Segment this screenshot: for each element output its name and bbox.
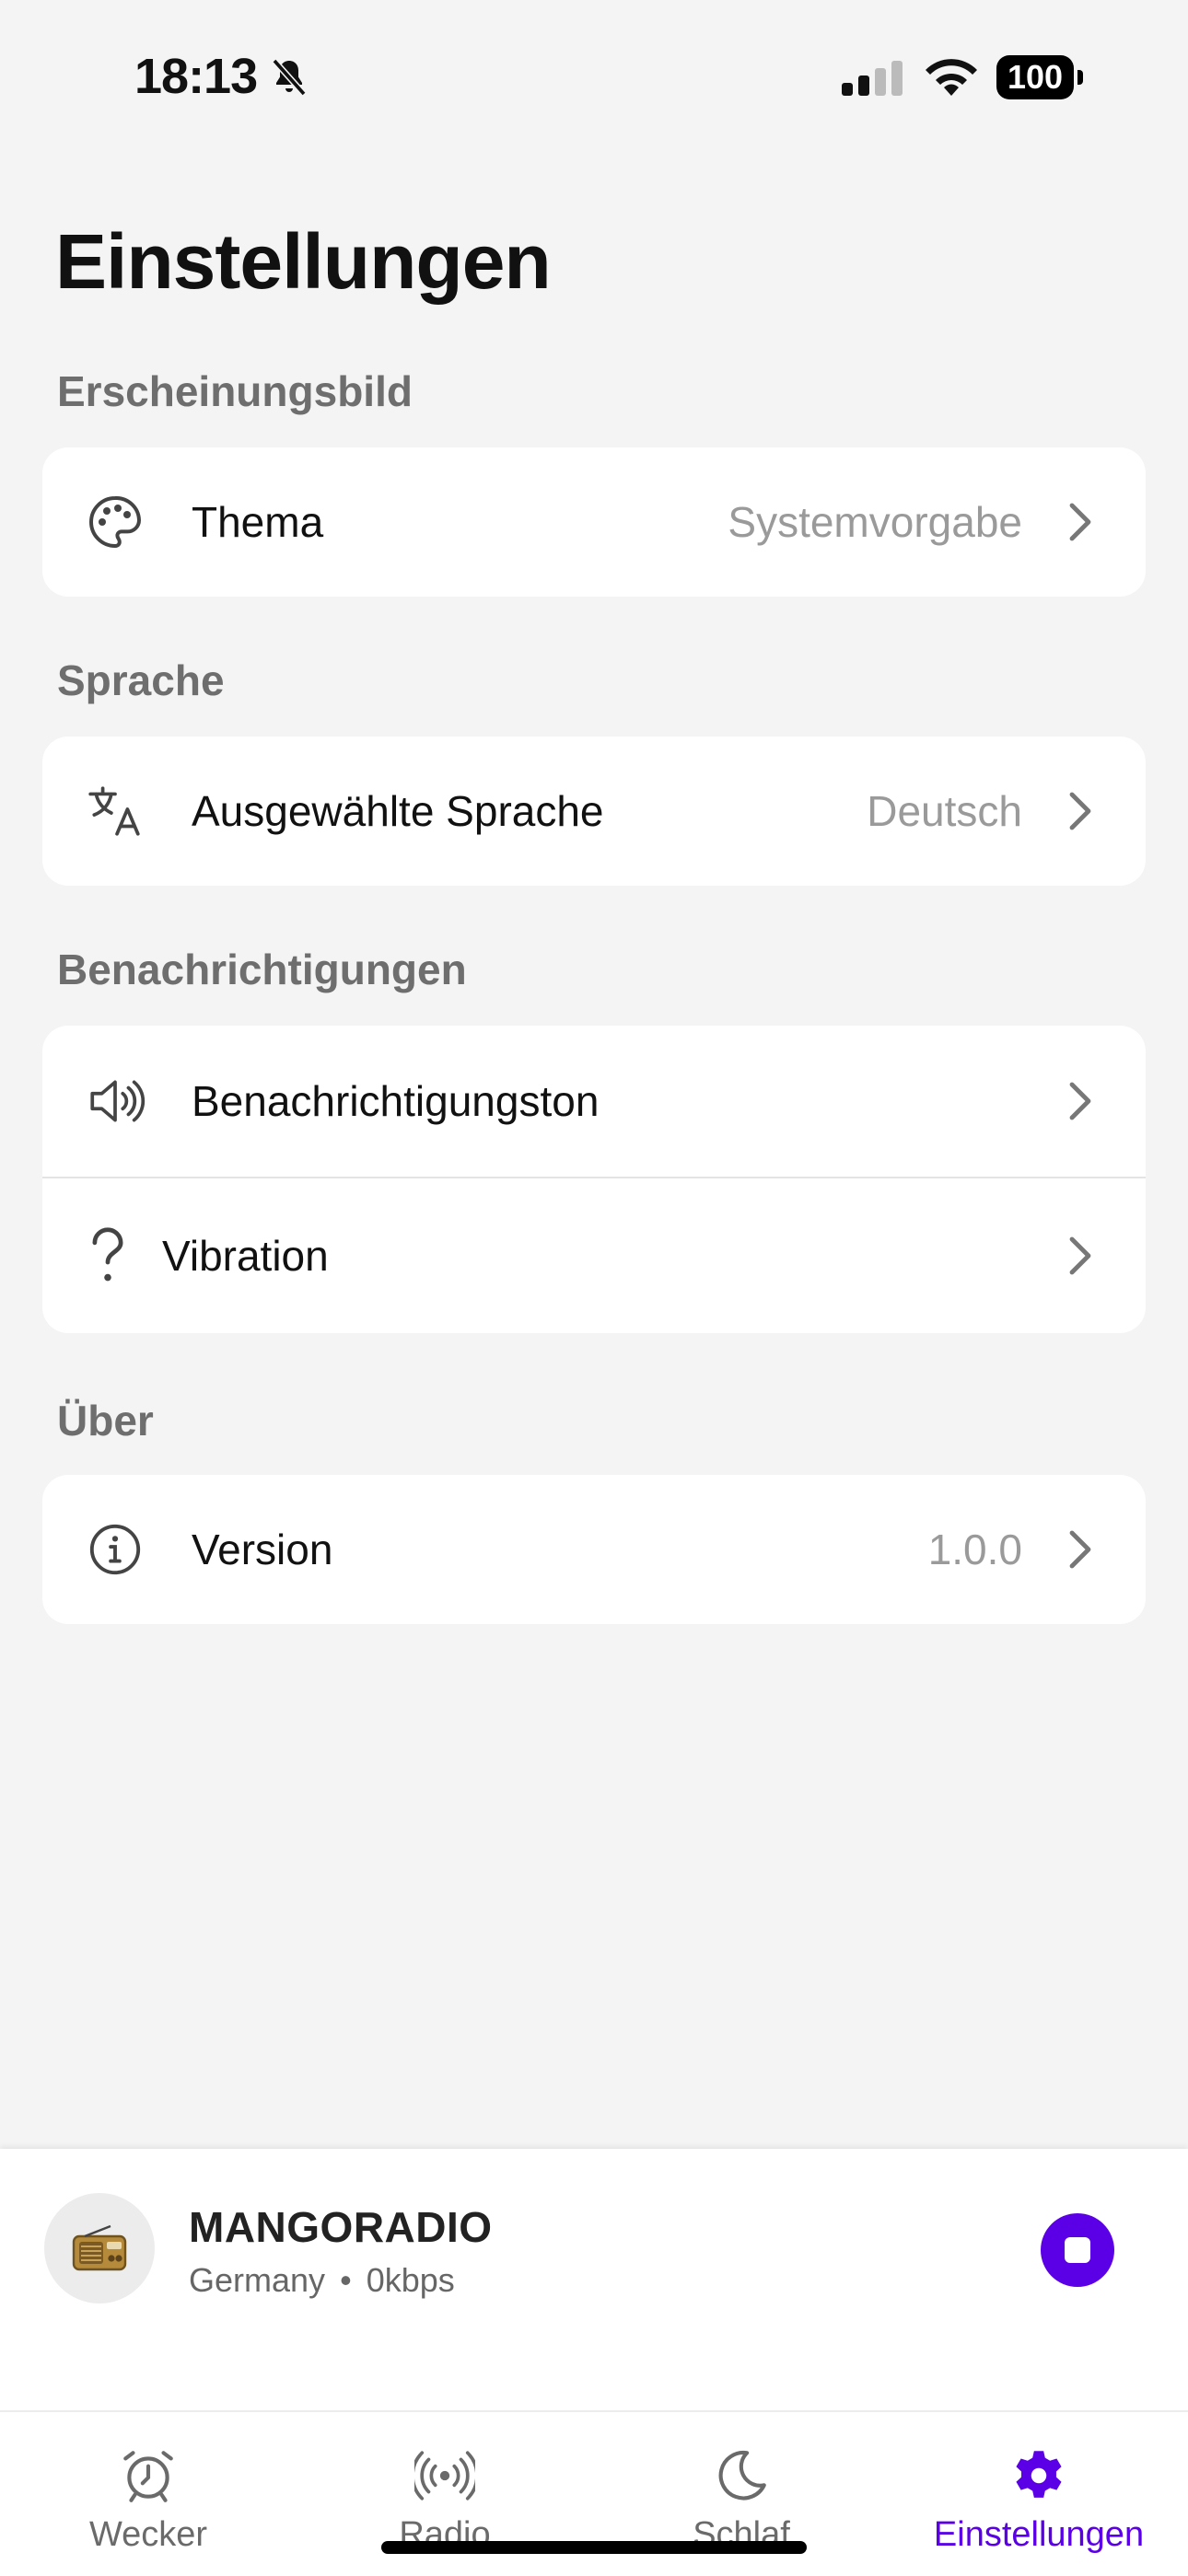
battery-level: 100 — [996, 55, 1074, 99]
page-title: Einstellungen — [55, 218, 552, 305]
settings-card-notifications: Benachrichtigungston Vibration — [42, 1026, 1146, 1333]
chevron-right-icon — [1069, 1530, 1091, 1569]
palette-icon — [85, 492, 146, 552]
status-bar: 18:13 100 — [0, 0, 1188, 157]
station-artwork — [44, 2193, 155, 2303]
bell-muted-icon — [267, 55, 311, 104]
settings-row-label: Benachrichtigungston — [192, 1077, 600, 1125]
info-icon — [85, 1519, 146, 1580]
tab-einstellungen[interactable]: Einstellungen — [890, 2412, 1188, 2576]
alarm-clock-icon — [123, 2451, 173, 2502]
settings-row-theme[interactable]: Thema Systemvorgabe — [42, 447, 1146, 597]
settings-row-label: Vibration — [162, 1232, 329, 1280]
mini-player[interactable]: MANGORADIO Germany • 0kbps — [0, 2149, 1188, 2410]
broadcast-icon — [414, 2451, 475, 2501]
settings-row-value: 1.0.0 — [927, 1526, 1022, 1573]
moon-icon — [718, 2450, 766, 2501]
settings-card-language: Ausgewählte Sprache Deutsch — [42, 737, 1146, 886]
section-header-appearance: Erscheinungsbild — [57, 367, 413, 415]
station-meta: Germany • 0kbps — [189, 2261, 455, 2300]
wifi-icon — [921, 55, 982, 104]
chevron-right-icon — [1069, 1236, 1091, 1275]
station-name: MANGORADIO — [189, 2203, 493, 2251]
stop-icon — [1065, 2237, 1090, 2263]
radio-icon — [72, 2224, 127, 2271]
station-bitrate: 0kbps — [366, 2261, 455, 2299]
translate-icon — [85, 781, 146, 841]
settings-row-value: Deutsch — [867, 787, 1022, 835]
speaker-icon — [85, 1071, 146, 1131]
settings-row-vibration[interactable]: Vibration — [42, 1177, 1146, 1333]
tab-wecker[interactable]: Wecker — [0, 2412, 297, 2576]
meta-separator: • — [340, 2261, 352, 2299]
gear-icon — [1016, 2451, 1062, 2498]
tab-label: Wecker — [88, 2515, 208, 2554]
settings-row-value: Systemvorgabe — [728, 498, 1022, 546]
chevron-right-icon — [1069, 1082, 1091, 1120]
section-header-language: Sprache — [57, 656, 225, 704]
battery-icon: 100 — [996, 55, 1083, 101]
tab-label: Einstellungen — [933, 2515, 1145, 2554]
settings-row-version[interactable]: Version 1.0.0 — [42, 1475, 1146, 1624]
section-header-about: Über — [57, 1397, 154, 1445]
settings-row-label: Version — [192, 1526, 333, 1573]
settings-row-label: Thema — [192, 498, 324, 546]
status-time: 18:13 — [134, 49, 258, 104]
chevron-right-icon — [1069, 792, 1091, 830]
settings-card-about: Version 1.0.0 — [42, 1475, 1146, 1624]
chevron-right-icon — [1069, 503, 1091, 541]
station-country: Germany — [189, 2261, 326, 2299]
home-indicator — [381, 2541, 807, 2554]
settings-row-label: Ausgewählte Sprache — [192, 787, 604, 835]
cellular-signal-icon — [842, 59, 906, 104]
stop-button[interactable] — [1041, 2213, 1114, 2287]
question-icon — [77, 1225, 138, 1286]
settings-card-appearance: Thema Systemvorgabe — [42, 447, 1146, 597]
settings-row-notification-sound[interactable]: Benachrichtigungston — [42, 1026, 1146, 1177]
section-header-notifications: Benachrichtigungen — [57, 946, 467, 993]
settings-row-language[interactable]: Ausgewählte Sprache Deutsch — [42, 737, 1146, 886]
